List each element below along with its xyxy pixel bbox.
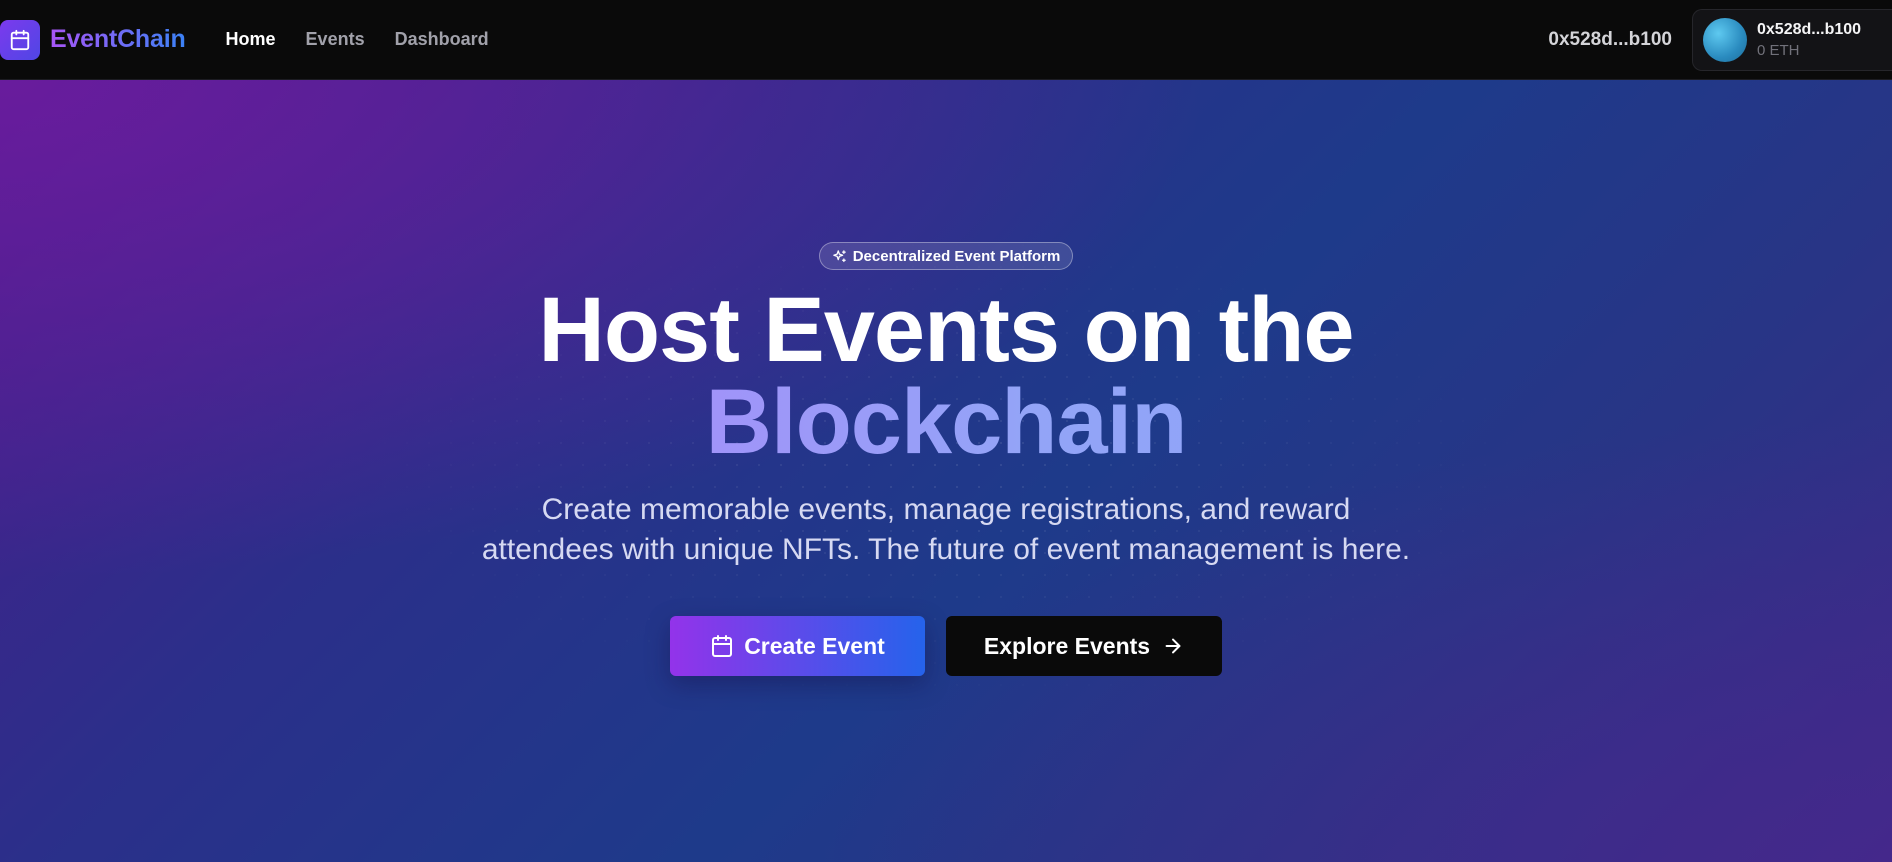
top-navbar: EventChain Home Events Dashboard 0x528d.… xyxy=(0,0,1892,80)
create-event-label: Create Event xyxy=(744,632,885,659)
nav-link-home[interactable]: Home xyxy=(226,29,276,50)
nav-link-events[interactable]: Events xyxy=(306,29,365,50)
nav-links: Home Events Dashboard xyxy=(226,0,519,80)
calendar-icon xyxy=(710,634,734,658)
calendar-icon xyxy=(0,19,40,60)
cta-row: Create Event Explore Events xyxy=(670,616,1222,676)
nav-link-dashboard[interactable]: Dashboard xyxy=(395,29,489,50)
badge-label: Decentralized Event Platform xyxy=(852,247,1061,265)
platform-badge: Decentralized Event Platform xyxy=(818,242,1074,270)
hero-headline: Host Events on the Blockchain xyxy=(538,279,1354,468)
wallet-balance: 0 ETH xyxy=(1757,41,1800,59)
explore-events-button[interactable]: Explore Events xyxy=(946,616,1222,676)
hero-subtitle: Create memorable events, manage registra… xyxy=(481,493,1411,566)
arrow-right-icon xyxy=(1162,635,1184,657)
wallet-address: 0x528d...b100 xyxy=(1757,20,1862,38)
nav-right: 0x528d...b100 0x528d...b100 0 ETH xyxy=(1548,0,1892,80)
hero-section: Decentralized Event Platform Host Events… xyxy=(0,80,1892,862)
explore-events-label: Explore Events xyxy=(983,632,1151,659)
create-event-button[interactable]: Create Event xyxy=(670,616,925,676)
headline-line-1: Host Events on the xyxy=(538,279,1354,381)
brand-link[interactable]: EventChain xyxy=(0,0,186,80)
wallet-avatar xyxy=(1703,17,1747,62)
wallet-info: 0x528d...b100 0 ETH xyxy=(1757,21,1861,59)
connected-address: 0x528d...b100 xyxy=(1548,28,1672,50)
wallet-button[interactable]: 0x528d...b100 0 ETH xyxy=(1692,8,1892,71)
headline-line-2: Blockchain xyxy=(538,376,1353,468)
sparkles-icon xyxy=(832,249,847,264)
brand-name: EventChain xyxy=(50,25,186,53)
hero-content: Decentralized Event Platform Host Events… xyxy=(0,80,1892,676)
